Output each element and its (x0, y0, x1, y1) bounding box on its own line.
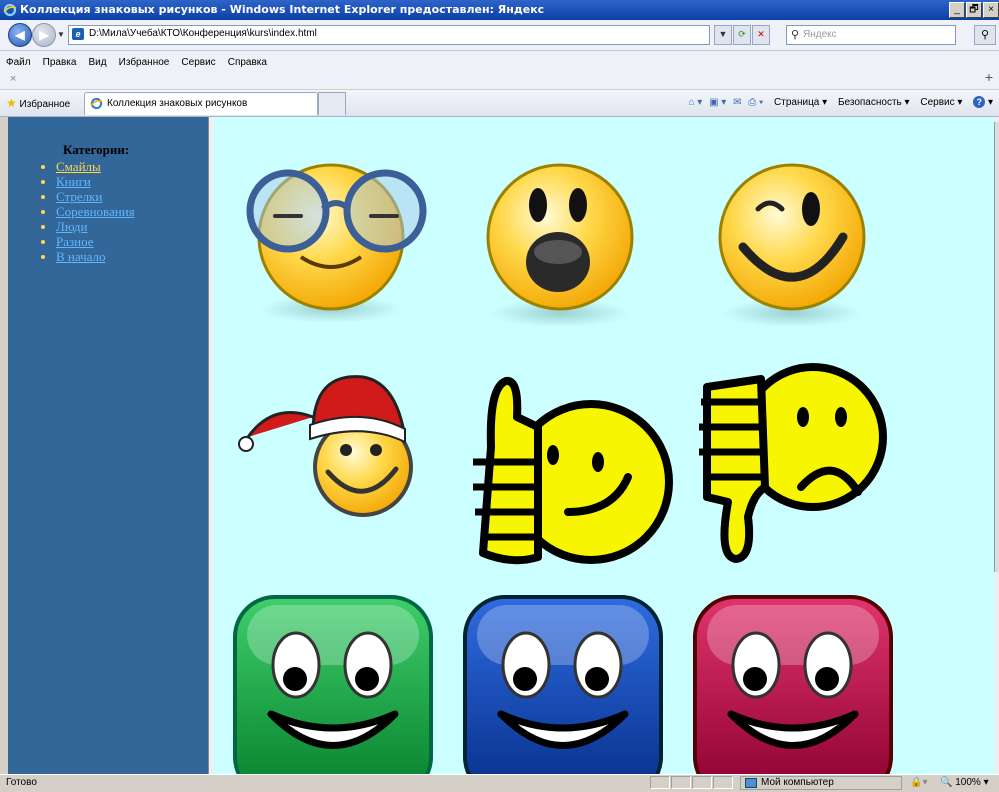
green-square-smiley-icon[interactable] (233, 595, 433, 774)
forward-arrow-icon: ▶ (39, 28, 49, 42)
window-controls: _ 🗗 × (948, 2, 999, 18)
address-input[interactable]: e D:\Мила\Учеба\КТО\Конференция\kurs\ind… (68, 25, 710, 45)
category-link-books[interactable]: Книги (56, 174, 91, 189)
zoom-control[interactable]: 🔍 100% ▾ (940, 777, 989, 788)
category-link-misc[interactable]: Разное (56, 234, 94, 249)
category-link-people[interactable]: Люди (56, 219, 87, 234)
title-bar: Коллекция знаковых рисунков - Windows In… (0, 0, 999, 20)
category-item: Стрелки (56, 189, 135, 204)
category-link-home[interactable]: В начало (56, 249, 106, 264)
category-item: Люди (56, 219, 135, 234)
smiley-thumbs-up-icon[interactable] (473, 376, 673, 565)
magnifier-icon: ⚲ (980, 29, 990, 41)
search-placeholder: Яндекс (803, 29, 837, 40)
categories-heading: Категории: (63, 142, 130, 157)
smiley-santa-hat-icon[interactable] (238, 375, 413, 517)
forward-button[interactable]: ▶ (32, 23, 56, 47)
refresh-icon: ⟳ (738, 29, 746, 39)
gallery-canvas (233, 163, 893, 774)
new-tab-button[interactable] (318, 92, 346, 115)
history-dropdown-icon[interactable]: ▼ (57, 30, 65, 39)
close-toolbar-icon[interactable]: × (10, 73, 16, 85)
category-item: В начало (56, 249, 135, 264)
menu-view[interactable]: Вид (89, 57, 107, 68)
star-icon: ★ (6, 96, 17, 110)
blue-square-smiley-icon[interactable] (463, 595, 663, 774)
red-square-smiley-icon[interactable] (693, 595, 893, 774)
address-url: D:\Мила\Учеба\КТО\Конференция\kurs\index… (89, 28, 317, 39)
menu-bar: Файл Правка Вид Избранное Сервис Справка… (0, 51, 999, 89)
tools-menu[interactable]: Сервис ▾ (916, 97, 962, 108)
sidebar-frame: Категории: Смайлы Книги Стрелки Соревнов… (8, 117, 208, 774)
category-link-competitions[interactable]: Соревнования (56, 204, 135, 219)
add-icon[interactable]: + (985, 69, 993, 85)
gallery-frame (213, 117, 994, 774)
stop-icon: ✕ (757, 29, 765, 39)
browser-content: Категории: Смайлы Книги Стрелки Соревнов… (0, 117, 999, 774)
computer-icon (745, 778, 757, 788)
category-item: Разное (56, 234, 135, 249)
tab-active[interactable]: Коллекция знаковых рисунков (84, 92, 318, 115)
home-icon[interactable]: ⌂ ▾ (688, 97, 702, 108)
page-icon: e (72, 28, 84, 40)
favorites-label: Избранное (19, 99, 71, 110)
smiley-thumbs-down-icon[interactable] (699, 363, 887, 563)
menu-file[interactable]: Файл (6, 57, 31, 68)
smiley-surprised-icon[interactable] (486, 163, 634, 327)
menu-favorites[interactable]: Избранное (119, 57, 170, 68)
protected-mode-icon[interactable]: 🔒▾ (910, 777, 927, 788)
help-icon[interactable]: ? ▾ (969, 96, 993, 108)
ie-logo-icon (3, 3, 17, 20)
close-button[interactable]: × (983, 2, 999, 18)
favorites-bar: ★ Избранное Коллекция знаковых рисунков … (0, 90, 999, 117)
zoom-icon: 🔍 (940, 777, 953, 788)
category-link-arrows[interactable]: Стрелки (56, 189, 102, 204)
category-link-smileys[interactable]: Смайлы (56, 159, 101, 174)
back-arrow-icon: ◀ (15, 28, 25, 42)
search-input[interactable]: ⚲ Яндекс (786, 25, 956, 45)
address-dropdown-button[interactable]: ▼ (714, 25, 732, 45)
zone-label: Мой компьютер (761, 777, 834, 788)
smiley-glasses-icon[interactable] (246, 163, 427, 323)
zoom-value: 100% (955, 777, 981, 788)
command-bar: ⌂ ▾ ▣ ▾ ✉ ⎙ ▾ Страница ▾ Безопасность ▾ … (684, 96, 993, 108)
feeds-icon[interactable]: ▣ ▾ (709, 97, 726, 108)
mail-icon[interactable]: ✉ (733, 97, 741, 108)
security-zone: Мой компьютер (740, 776, 902, 790)
menu-tools[interactable]: Сервис (181, 57, 215, 68)
minimize-button[interactable]: _ (949, 2, 965, 18)
search-button[interactable]: ⚲ (974, 25, 996, 45)
search-icon: ⚲ (791, 29, 800, 41)
stop-button[interactable]: ✕ (752, 25, 770, 45)
favorites-button[interactable]: ★ Избранное (6, 96, 70, 110)
category-item: Соревнования (56, 204, 135, 219)
page-menu[interactable]: Страница ▾ (770, 97, 827, 108)
menu-help[interactable]: Справка (228, 57, 267, 68)
back-button[interactable]: ◀ (8, 23, 32, 47)
restore-button[interactable]: 🗗 (966, 2, 982, 18)
menu-edit[interactable]: Правка (43, 57, 77, 68)
ie-tab-icon (90, 97, 103, 113)
address-row: ◀ ▶ ▼ e D:\Мила\Учеба\КТО\Конференция\ku… (0, 20, 999, 51)
status-text: Готово (6, 777, 37, 788)
category-item: Книги (56, 174, 135, 189)
print-icon[interactable]: ⎙ ▾ (748, 97, 763, 108)
status-bar: Готово Мой компьютер 🔒▾ 🔍 100% ▾ (0, 774, 999, 790)
smiley-wink-icon[interactable] (718, 163, 866, 327)
category-item: Смайлы (56, 159, 135, 174)
window-title: Коллекция знаковых рисунков - Windows In… (20, 3, 545, 16)
refresh-button[interactable]: ⟳ (733, 25, 751, 45)
scrollbar-thumb[interactable] (994, 122, 999, 572)
status-panes (650, 776, 734, 792)
safety-menu[interactable]: Безопасность ▾ (834, 97, 910, 108)
category-list: Смайлы Книги Стрелки Соревнования Люди Р… (36, 159, 135, 264)
tab-label: Коллекция знаковых рисунков (107, 98, 248, 109)
vertical-scrollbar[interactable] (994, 117, 999, 774)
